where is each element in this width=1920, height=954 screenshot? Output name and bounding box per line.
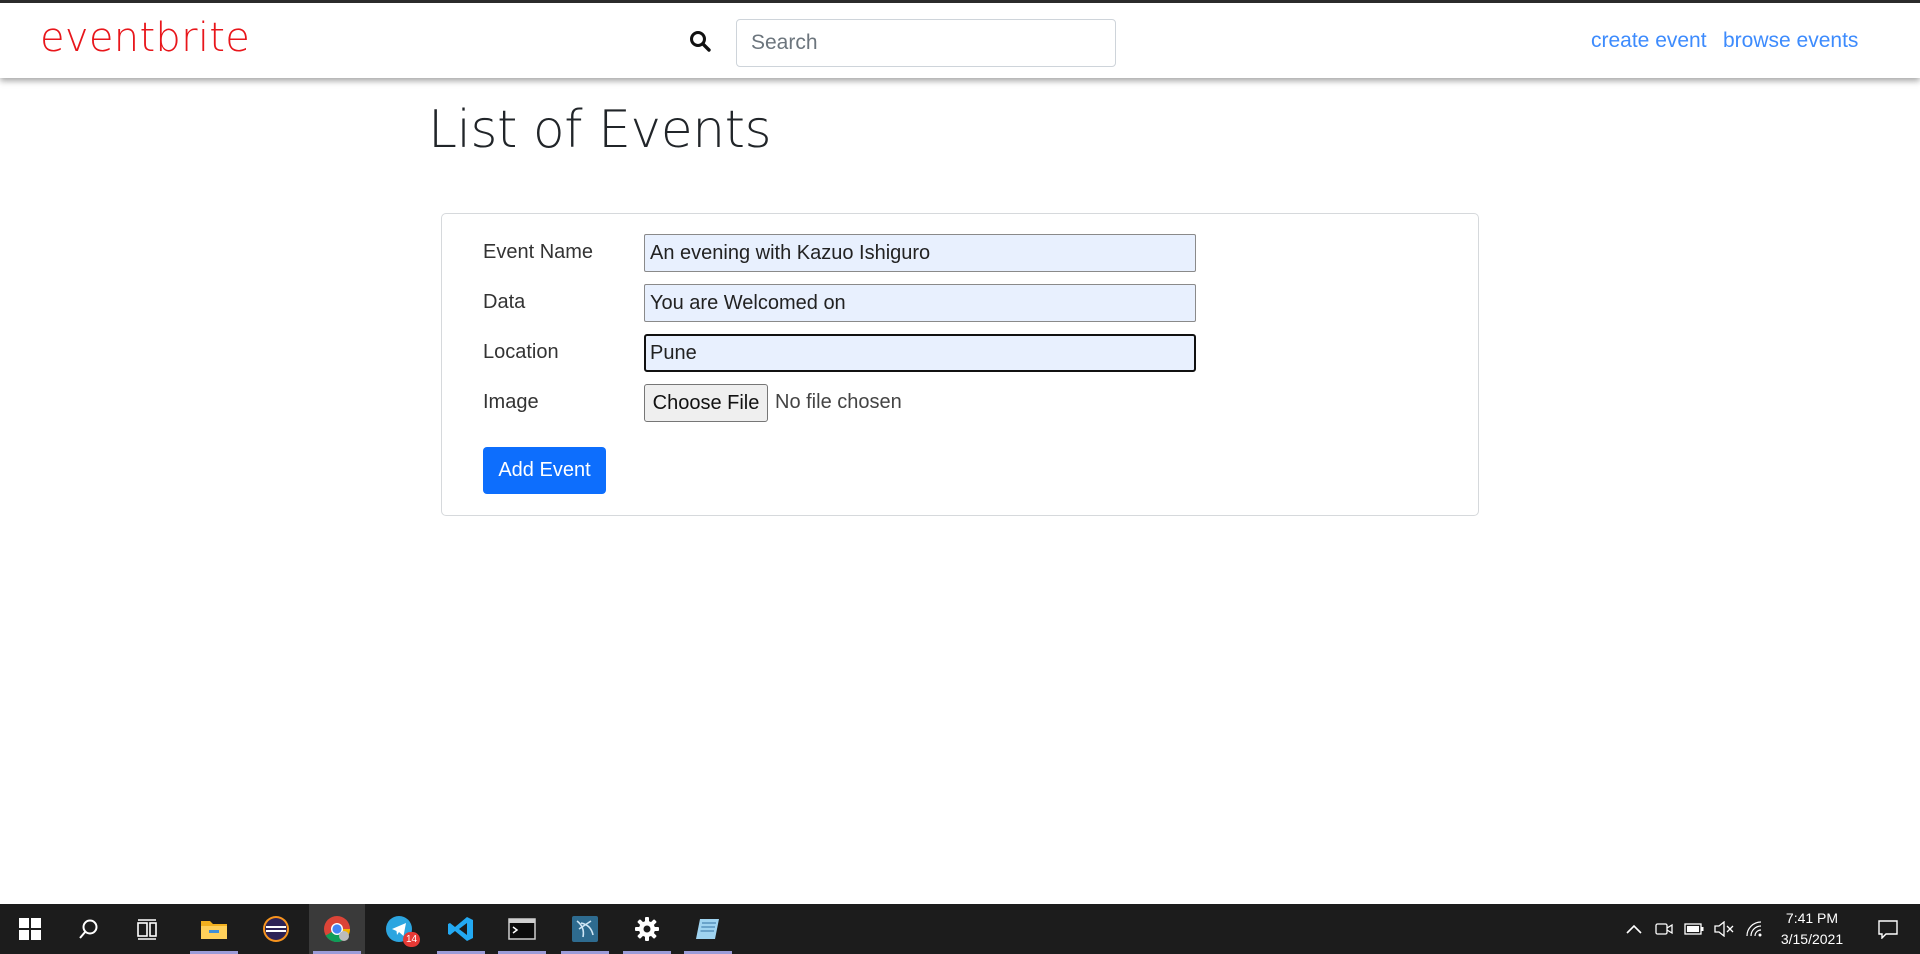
page-title: List of Events [428,100,772,160]
start-icon[interactable] [2,904,58,954]
telegram-icon[interactable]: 14 [371,904,427,954]
meet-now-icon[interactable] [1652,904,1676,954]
search-icon [688,29,712,53]
clock-date: 3/15/2021 [1780,931,1844,947]
taskbar-clock[interactable]: 7:41 PM 3/15/2021 [1766,908,1858,950]
add-event-button[interactable]: Add Event [483,447,606,494]
image-label: Image [483,391,539,413]
show-hidden-icons-chevron-up-icon[interactable] [1622,904,1646,954]
terminal-icon[interactable] [494,904,550,954]
top-navbar: eventbrite create event browse events [0,0,1920,78]
chrome-icon[interactable] [309,904,365,954]
choose-file-button[interactable]: Choose File [644,384,768,422]
clock-time: 7:41 PM [1785,910,1839,926]
mysql-workbench-icon[interactable] [557,904,613,954]
create-event-link[interactable]: create event [1591,29,1707,53]
wifi-icon[interactable] [1742,904,1766,954]
settings-icon[interactable] [619,904,675,954]
telegram-badge: 14 [403,932,420,947]
vscode-icon[interactable] [433,904,489,954]
volume-muted-icon[interactable] [1712,904,1736,954]
location-label: Location [483,341,559,363]
file-explorer-icon[interactable] [186,904,242,954]
search-input[interactable] [736,19,1116,67]
location-field[interactable] [644,334,1196,372]
notifications-icon[interactable] [1866,904,1910,954]
notepad-icon[interactable] [680,904,736,954]
event-name-field[interactable] [644,234,1196,272]
brand-logo[interactable]: eventbrite [40,15,250,61]
eclipse-icon[interactable] [248,904,304,954]
data-field[interactable] [644,284,1196,322]
event-name-label: Event Name [483,241,594,263]
task-view-icon[interactable] [120,904,176,954]
windows-taskbar: 14 7:41 PM 3/15/2021 [0,904,1920,954]
battery-icon[interactable] [1682,904,1706,954]
data-label: Data [483,291,526,313]
search-icon[interactable] [61,904,117,954]
file-status-text: No file chosen [775,391,902,413]
browse-events-link[interactable]: browse events [1723,29,1858,53]
event-form-card: Event Name Data Location Image Choose Fi… [441,213,1479,516]
